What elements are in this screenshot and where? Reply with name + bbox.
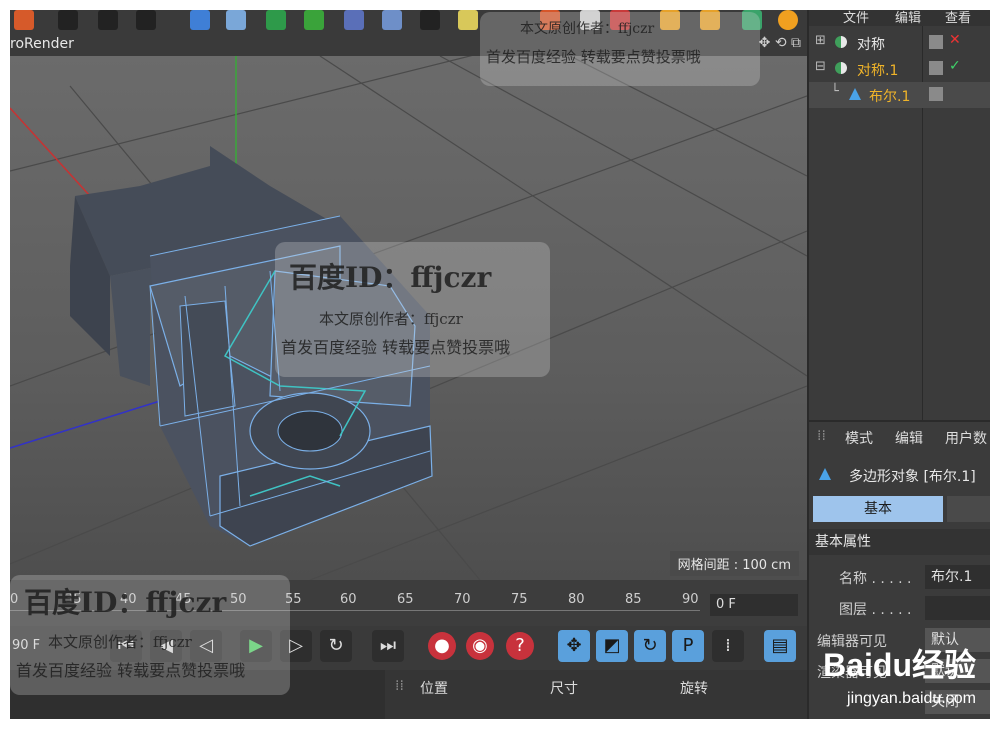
light-icon[interactable] — [458, 10, 478, 30]
watermark-bottom: 百度ID：ffjczr 本文原创作者：ffjczr 首发百度经验 转载要点赞投票… — [10, 575, 290, 695]
polygon-object-icon — [849, 88, 861, 100]
viewport-nav-icons[interactable]: ✥ ⟲ ⧉ — [759, 35, 801, 51]
tree-connector: └ — [831, 84, 839, 99]
viewport-title: roRender — [10, 36, 74, 52]
spline-icon[interactable] — [226, 10, 246, 30]
cube-icon[interactable] — [190, 10, 210, 30]
collapse-icon[interactable]: ⊟ — [815, 59, 826, 74]
expand-icon[interactable]: ⊞ — [815, 33, 826, 48]
watermark-id: 百度ID：ffjczr — [289, 261, 492, 294]
nurbs-icon[interactable] — [266, 10, 286, 30]
baidu-url: jingyan.baidu.com — [847, 690, 976, 707]
watermark-promo: 首发百度经验 转载要点赞投票哦 — [486, 48, 701, 66]
z-axis — [10, 400, 161, 449]
timeline-tick: 90 — [682, 592, 699, 607]
render-view-icon[interactable] — [58, 10, 78, 30]
object-manager: 文件 编辑 查看 ⊞ 对称 ✕ ⊟ 对称.1 ✓ └ 布尔.1 — [807, 10, 990, 420]
size-label: 尺寸 — [550, 681, 578, 697]
render-settings-icon[interactable] — [136, 10, 156, 30]
current-frame-field[interactable]: 0 F — [710, 594, 798, 616]
sphere-icon[interactable] — [778, 10, 798, 30]
section-basic-properties: 基本属性 — [809, 529, 990, 555]
name-label: 名称 . . . . . — [839, 571, 912, 587]
grid-spacing-label: 网格间距 : 100 cm — [669, 551, 799, 576]
tab-basic[interactable]: 基本 — [813, 496, 943, 522]
watermark-author: 本文原创作者：ffjczr — [520, 21, 655, 37]
record-key-icon[interactable]: ● — [428, 632, 456, 660]
attribute-manager-menu: ⁞⁞ 模式 编辑 用户数 — [809, 428, 990, 450]
menu-view[interactable]: 查看 — [945, 10, 971, 26]
baidu-logo-text: Baidu经验 — [823, 647, 976, 683]
film-icon[interactable]: ▤ — [764, 630, 796, 662]
menu-mode[interactable]: 模式 — [845, 428, 873, 448]
timeline-tick: 85 — [625, 592, 642, 607]
grip-icon: ⁞⁞ — [395, 678, 404, 694]
watermark-id: 百度ID：ffjczr — [24, 586, 227, 619]
camera-icon[interactable] — [420, 10, 440, 30]
watermark-author: 本文原创作者：ffjczr — [48, 633, 192, 651]
x-axis — [10, 107, 91, 197]
key-rotation-icon[interactable]: ↻ — [634, 630, 666, 662]
key-scale-icon[interactable]: ◩ — [596, 630, 628, 662]
tool-icon[interactable] — [14, 10, 34, 30]
menu-edit[interactable]: 编辑 — [895, 428, 923, 448]
floor-icon[interactable] — [382, 10, 402, 30]
go-to-end-icon[interactable]: ⏭ — [372, 630, 404, 662]
menu-user-data[interactable]: 用户数 — [945, 428, 987, 448]
disabled-icon[interactable]: ✕ — [949, 32, 961, 48]
render-picture-icon[interactable] — [98, 10, 118, 30]
baidu-jingyan-logo: Baidu经验 jingyan.baidu.com — [823, 640, 976, 708]
object-row-symmetry-1[interactable]: ⊟ 对称.1 ✓ — [809, 56, 990, 82]
key-parameter-icon[interactable]: P — [672, 630, 704, 662]
coordinates-manager: ⁞⁞ 位置 尺寸 旋转 — [385, 670, 807, 719]
polygon-object-icon — [819, 468, 831, 480]
object-row-symmetry[interactable]: ⊞ 对称 ✕ — [809, 30, 990, 56]
tab-coordinates[interactable] — [947, 496, 990, 522]
timeline-tick: 75 — [511, 592, 528, 607]
object-label: 对称 — [857, 37, 885, 53]
menu-edit[interactable]: 编辑 — [895, 10, 921, 26]
timeline-tick: 65 — [397, 592, 414, 607]
watermark-promo: 首发百度经验 转载要点赞投票哦 — [281, 338, 511, 357]
visibility-icon[interactable] — [929, 35, 943, 49]
layer-label: 图层 . . . . . — [839, 602, 912, 618]
symmetry-icon — [835, 36, 847, 48]
visibility-icon[interactable] — [929, 87, 943, 101]
object-manager-menu: 文件 编辑 查看 — [809, 10, 990, 26]
layer-field[interactable] — [925, 596, 990, 620]
grip-icon: ⁞⁞ — [817, 428, 826, 444]
attribute-object-title: 多边形对象 [布尔.1] — [849, 469, 976, 485]
loop-icon[interactable]: ↻ — [320, 630, 352, 662]
object-label: 对称.1 — [857, 63, 899, 79]
position-label: 位置 — [420, 681, 448, 697]
watermark-author: 本文原创作者：ffjczr — [319, 310, 463, 328]
c4d-window: roRender ✥ ⟲ ⧉ 网格间距: 100 cm 0 35 40 45 … — [10, 10, 990, 719]
key-position-icon[interactable]: ✥ — [558, 630, 590, 662]
rotation-label: 旋转 — [680, 681, 708, 697]
auto-key-icon[interactable]: ◉ — [466, 632, 494, 660]
timeline-tick: 70 — [454, 592, 471, 607]
keyframe-selection-icon[interactable]: ? — [506, 632, 534, 660]
watermark-center: 百度ID：ffjczr 本文原创作者：ffjczr 首发百度经验 转载要点赞投票… — [275, 242, 550, 377]
menu-file[interactable]: 文件 — [843, 10, 869, 26]
watermark-top: 本文原创作者：ffjczr 首发百度经验 转载要点赞投票哦 — [480, 12, 760, 86]
key-point-level-icon[interactable]: ⁞ — [712, 630, 744, 662]
timeline-tick: 60 — [340, 592, 357, 607]
enabled-check-icon[interactable]: ✓ — [949, 58, 961, 74]
visibility-icon[interactable] — [929, 61, 943, 75]
watermark-promo: 首发百度经验 转载要点赞投票哦 — [16, 661, 246, 680]
timeline-tick: 80 — [568, 592, 585, 607]
object-label: 布尔.1 — [869, 89, 911, 105]
object-row-boolean-1[interactable]: └ 布尔.1 — [809, 82, 990, 108]
deformer-icon[interactable] — [344, 10, 364, 30]
name-field[interactable]: 布尔.1 — [925, 565, 990, 589]
array-icon[interactable] — [304, 10, 324, 30]
symmetry-icon — [835, 62, 847, 74]
